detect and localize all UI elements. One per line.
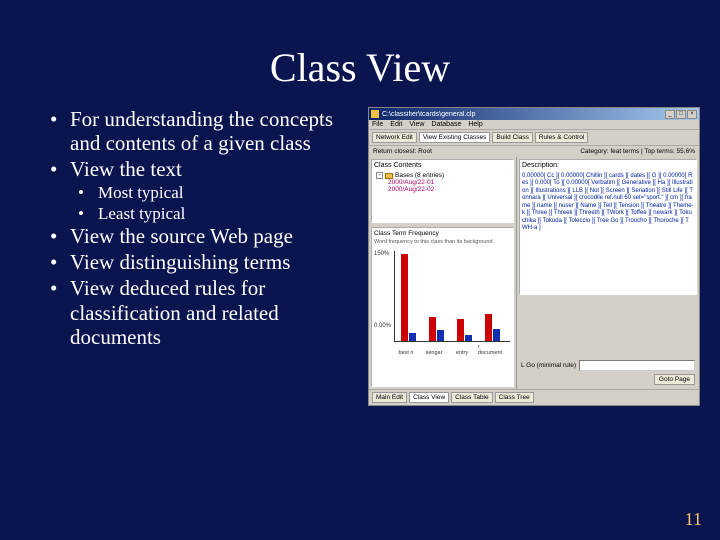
menu-database[interactable]: Database (431, 121, 461, 128)
description-title: Description: (522, 162, 694, 171)
menu-edit[interactable]: Edit (390, 121, 402, 128)
bullet-item: •View distinguishing terms (50, 250, 362, 274)
bar (437, 330, 444, 341)
minimize-button[interactable]: _ (665, 110, 675, 119)
bullet-dot-icon: • (50, 250, 70, 274)
slide-title: Class View (0, 0, 720, 107)
tab-view-existing-classes[interactable]: View Existing Classes (419, 132, 490, 143)
x-tick: sengar (426, 350, 443, 356)
content-area: •For understanding the concepts and cont… (0, 107, 720, 406)
description-body: 0.00000[ Cc ][ 0.00000[ Chillin ][ cards… (522, 173, 694, 233)
bullet-dot-icon: • (50, 224, 70, 248)
x-tick: best n (399, 350, 414, 356)
menubar: File Edit View Database Help (369, 120, 699, 130)
bullet-text: View deduced rules for classification an… (70, 276, 362, 348)
pane-header: Class Contents (374, 162, 511, 169)
folder-icon (385, 173, 393, 179)
x-axis: best n sengar entry r document (394, 344, 510, 356)
bullet-sub-item: •Least typical (78, 204, 362, 224)
bottom-tabs: Main Edit Class View Class Table Class T… (369, 389, 699, 405)
class-contents-pane: Class Contents - Bases (8 entries) 2000/… (371, 159, 514, 223)
menu-view[interactable]: View (409, 121, 424, 128)
bar (457, 319, 464, 341)
bullet-item: •For understanding the concepts and cont… (50, 107, 362, 155)
left-column: Class Contents - Bases (8 entries) 2000/… (369, 157, 517, 389)
close-button[interactable]: × (687, 110, 697, 119)
tab-build-class[interactable]: Build Class (492, 132, 533, 143)
tree-root[interactable]: - Bases (8 entries) (376, 172, 511, 179)
maximize-button[interactable]: □ (676, 110, 686, 119)
tab-main-edit[interactable]: Main Edit (372, 392, 407, 403)
window-title: C:\classifier\tcards\general.clp (382, 111, 665, 118)
bullet-item: •View deduced rules for classification a… (50, 276, 362, 348)
term-frequency-chart: Class Term Frequency Word frequency to t… (371, 227, 514, 387)
goto-panel: L Go (minimal rule) Goto Page (519, 299, 697, 387)
goto-input[interactable] (579, 360, 695, 371)
y-tick: 150% (374, 251, 389, 257)
bullet-text: For understanding the concepts and conte… (70, 107, 362, 155)
menu-file[interactable]: File (372, 121, 383, 128)
app-icon (371, 110, 379, 118)
bullet-item: •View the text (50, 157, 362, 181)
bar (429, 317, 436, 341)
tab-class-table[interactable]: Class Table (451, 392, 492, 403)
titlebar[interactable]: C:\classifier\tcards\general.clp _ □ × (369, 108, 699, 120)
chart-area: 150% 0.00% (374, 251, 512, 356)
goto-label: L Go (minimal rule) (521, 362, 576, 369)
bullet-dot-icon: • (50, 276, 70, 348)
bullet-dot-icon: • (50, 157, 70, 181)
bar (465, 335, 472, 341)
info-row: Return closest: Root Category: feat term… (369, 146, 699, 157)
return-closest-label: Return closest: Root (373, 148, 432, 155)
x-tick: entry (456, 350, 468, 356)
top-tabs: Network Edit View Existing Classes Build… (369, 130, 699, 146)
expand-icon[interactable]: - (376, 172, 383, 179)
page-number: 11 (685, 509, 702, 530)
tree-root-label: Bases (8 entries) (395, 172, 444, 179)
tree-item-label: 2000/Aug/22-01 (388, 179, 434, 186)
chart-title: Class Term Frequency (374, 230, 511, 237)
screenshot-column: C:\classifier\tcards\general.clp _ □ × F… (368, 107, 700, 406)
bullet-dot-icon: • (78, 183, 98, 203)
tree-item[interactable]: 2000/Aug/22-01 (388, 179, 511, 186)
bullet-item: •View the source Web page (50, 224, 362, 248)
bullet-dot-icon: • (50, 107, 70, 155)
bullet-text: Least typical (98, 204, 185, 224)
category-stats-label: Category: feat terms | Top terms: 55.6% (580, 148, 695, 155)
bar (401, 254, 408, 341)
y-axis: 150% 0.00% (374, 251, 392, 342)
bullet-text: View distinguishing terms (70, 250, 290, 274)
bullet-list: •For understanding the concepts and cont… (20, 107, 362, 406)
bullet-text: Most typical (98, 183, 183, 203)
plot-area (394, 251, 510, 342)
tab-class-view[interactable]: Class View (409, 392, 449, 403)
description-pane: Description: 0.00000[ Cc ][ 0.00000[ Chi… (519, 159, 697, 295)
tab-rules-control[interactable]: Rules & Control (535, 132, 589, 143)
menu-help[interactable]: Help (468, 121, 482, 128)
x-tick: r document (478, 344, 502, 356)
bullet-text: View the source Web page (70, 224, 293, 248)
bullet-text: View the text (70, 157, 182, 181)
bar (493, 329, 500, 341)
tree-item-label: 2000/Aug/22-02 (388, 186, 434, 193)
bar (485, 314, 492, 341)
panes: Class Contents - Bases (8 entries) 2000/… (369, 157, 699, 389)
app-window: C:\classifier\tcards\general.clp _ □ × F… (368, 107, 700, 406)
goto-page-button[interactable]: Goto Page (654, 374, 695, 385)
bullet-dot-icon: • (78, 204, 98, 224)
y-tick: 0.00% (374, 323, 391, 329)
tree-item[interactable]: 2000/Aug/22-02 (388, 186, 511, 193)
bar (409, 333, 416, 341)
tab-network-edit[interactable]: Network Edit (372, 132, 417, 143)
bullet-sub-item: •Most typical (78, 183, 362, 203)
right-column: Description: 0.00000[ Cc ][ 0.00000[ Chi… (517, 157, 699, 389)
chart-subtitle: Word frequency to this class than its ba… (374, 239, 511, 245)
tab-class-tree[interactable]: Class Tree (495, 392, 534, 403)
